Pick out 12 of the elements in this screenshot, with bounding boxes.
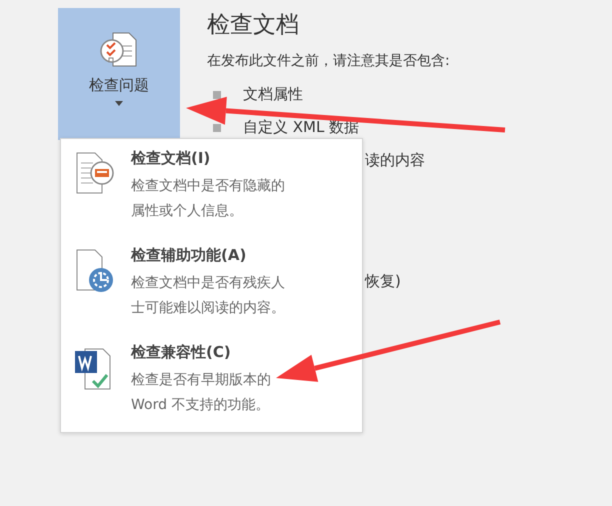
menu-item[interactable]: 检查兼容性(C) 检查是否有早期版本的 Word 不支持的功能。: [61, 343, 362, 440]
content-item: 文档属性: [243, 85, 303, 104]
menu-item[interactable]: 检查文档(I) 检查文档中是否有隐藏的属性或个人信息。: [61, 149, 362, 246]
caret-icon: [115, 101, 123, 106]
bullet-icon: [213, 90, 221, 98]
menu-item[interactable]: 检查辅助功能(A) 检查文档中是否有残疾人士可能难以阅读的内容。: [61, 246, 362, 343]
panel-title: 检查文档: [207, 11, 300, 40]
content-item: 恢复): [365, 272, 401, 291]
inspect-issues-button[interactable]: 检查问题: [58, 8, 180, 140]
content-item: 读的内容: [365, 151, 425, 170]
bullet-icon: [213, 124, 221, 132]
panel-description: 在发布此文件之前，请注意其是否包含:: [207, 52, 450, 70]
